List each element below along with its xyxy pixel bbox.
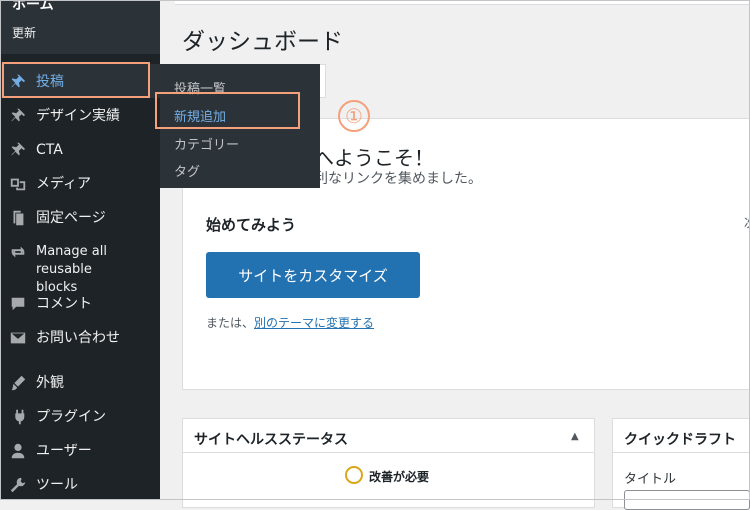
- sidebar-item-contact[interactable]: お問い合わせ: [0, 328, 160, 348]
- sidebar-item-label: CTA: [36, 142, 63, 158]
- sidebar-item-label: Manage all reusable blocks: [36, 244, 107, 295]
- home-menu-block[interactable]: ホーム 更新: [0, 0, 160, 54]
- pin-icon: [8, 140, 28, 160]
- sidebar-item-comments[interactable]: コメント: [0, 294, 160, 314]
- quick-draft-title-input[interactable]: [624, 490, 750, 510]
- change-theme-link[interactable]: 別のテーマに変更する: [254, 316, 374, 330]
- sidebar-item-design-works[interactable]: デザイン実績: [0, 106, 160, 126]
- sidebar-item-label: 固定ページ: [36, 210, 106, 226]
- sidebar-item-label: デザイン実績: [36, 108, 120, 124]
- sidebar-item-label: 外観: [36, 375, 64, 391]
- sidebar-item-label: メディア: [36, 176, 92, 192]
- sidebar-item-media[interactable]: メディア: [0, 174, 160, 194]
- submenu-item-categories[interactable]: カテゴリー: [174, 134, 239, 153]
- or-prefix: または、: [206, 316, 255, 330]
- user-icon: [8, 441, 28, 461]
- sidebar-item-label: お問い合わせ: [36, 330, 120, 346]
- widget-divider: [613, 452, 750, 453]
- home-label[interactable]: ホーム: [12, 0, 54, 14]
- sidebar-item-pages[interactable]: 固定ページ: [0, 208, 160, 228]
- status-ring-icon: [345, 466, 363, 484]
- pin-icon: [8, 106, 28, 126]
- media-icon: [8, 174, 28, 194]
- reusable-icon: [8, 242, 28, 262]
- sidebar-item-appearance[interactable]: 外観: [0, 373, 160, 393]
- change-theme-text: または、別のテーマに変更する: [206, 314, 374, 331]
- collapse-arrow-icon[interactable]: ▲: [571, 431, 579, 442]
- page-icon: [8, 208, 28, 228]
- comment-icon: [8, 294, 28, 314]
- updates-label[interactable]: 更新: [12, 24, 36, 41]
- customize-site-button[interactable]: サイトをカスタマイズ: [206, 252, 420, 298]
- wrench-icon: [8, 475, 28, 495]
- site-health-title: サイトヘルスステータス: [194, 432, 348, 448]
- sidebar-item-users[interactable]: ユーザー: [0, 441, 160, 461]
- add-new-highlight-box: [155, 92, 300, 129]
- sidebar-item-tools[interactable]: ツール: [0, 475, 160, 495]
- page-title: ダッシュボード: [182, 29, 343, 55]
- quick-draft-title: クイックドラフト: [624, 432, 736, 448]
- widget-divider: [183, 452, 594, 453]
- next-steps-fragment: 次: [744, 214, 750, 231]
- welcome-subtitle: 利なリンクを集めました。: [314, 171, 482, 187]
- site-health-status: 改善が必要: [369, 470, 430, 484]
- get-started-heading: 始めてみよう: [206, 216, 297, 234]
- sidebar-item-cta[interactable]: CTA: [0, 140, 160, 160]
- posts-highlight-box: [2, 62, 150, 98]
- step-number-badge: ①: [338, 100, 370, 132]
- sidebar-item-label: コメント: [36, 296, 92, 312]
- brush-icon: [8, 373, 28, 393]
- sidebar-item-label: プラグイン: [36, 409, 106, 425]
- sidebar-item-label: ユーザー: [36, 443, 92, 459]
- quick-draft-title-label: タイトル: [624, 472, 677, 487]
- top-strip: [175, 0, 750, 5]
- sidebar-item-reusable-blocks[interactable]: Manage all reusable blocks: [0, 242, 160, 295]
- mail-icon: [8, 328, 28, 348]
- submenu-item-tags[interactable]: タグ: [174, 161, 200, 180]
- sidebar-item-plugins[interactable]: プラグイン: [0, 407, 160, 427]
- plugin-icon: [8, 407, 28, 427]
- sidebar-item-label: ツール: [36, 477, 78, 493]
- welcome-title: へようこそ！: [314, 146, 434, 170]
